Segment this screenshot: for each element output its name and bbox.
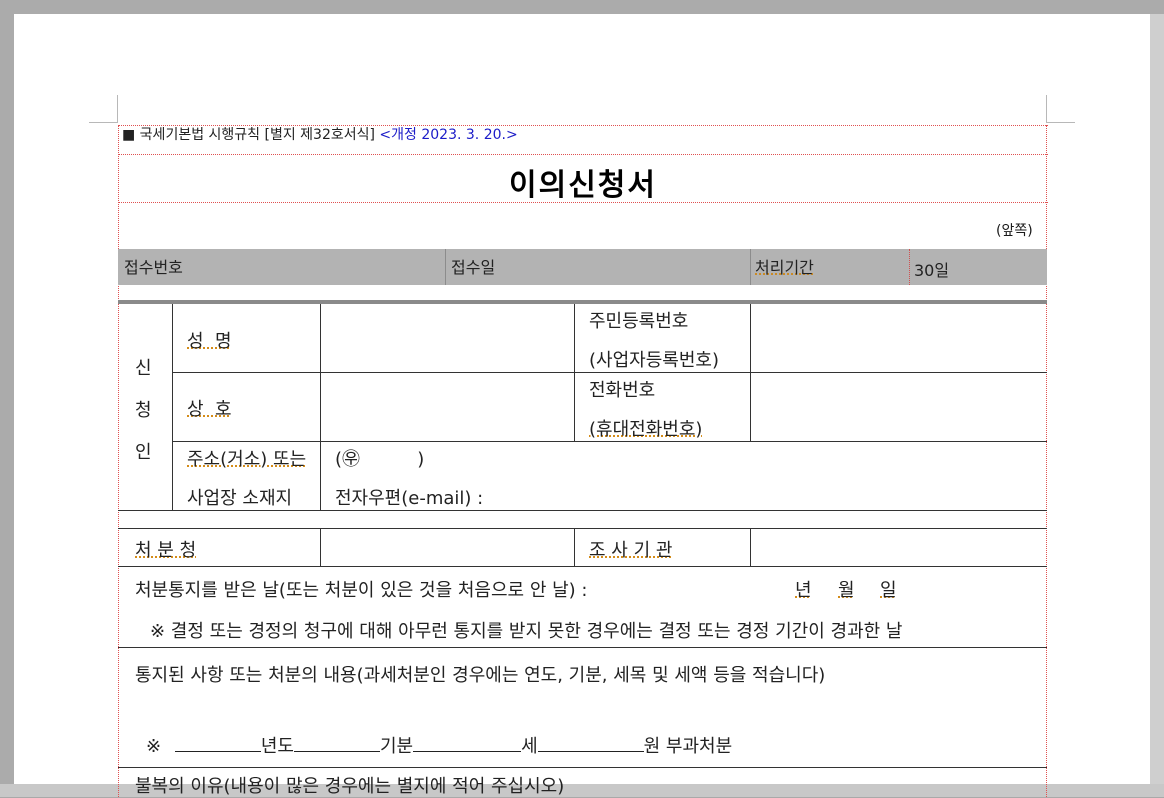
table-line: [172, 441, 1047, 442]
table-line: [172, 304, 173, 510]
tax-assessment-line: ※ 년도 기분 세 원 부과처분: [146, 732, 732, 758]
applicant-label-char: 인: [135, 442, 152, 463]
trade-name-field[interactable]: [322, 374, 572, 440]
table-line: [320, 528, 321, 566]
notice-date-label: 처분통지를 받은 날(또는 처분이 있은 것을 처음으로 안 날) :: [135, 580, 588, 601]
law-reference-text: ■ 국세기본법 시행규칙 [별지 제32호서식]: [122, 127, 375, 143]
period-unit: 기분: [379, 736, 414, 757]
margin-corner-mark: [1047, 122, 1075, 123]
table-line: [118, 510, 1047, 511]
disposition-office-label: 처 분 청: [135, 540, 197, 561]
assessment-year-field[interactable]: [174, 737, 261, 752]
resident-number-field[interactable]: [752, 305, 1046, 371]
phone-field[interactable]: [752, 374, 1046, 440]
receipt-divider: [445, 249, 446, 285]
address-label: 주소(거소) 또는: [187, 449, 307, 470]
year-unit: 년도: [260, 736, 294, 757]
margin-corner-mark: [117, 95, 118, 123]
revision-date: <개정 2023. 3. 20.>: [379, 127, 518, 143]
receipt-date-label: 접수일: [451, 258, 496, 277]
applicant-label-char: 청: [135, 400, 152, 421]
receipt-divider: [909, 249, 910, 285]
left-margin-guide: [118, 125, 119, 797]
investigator-label: 조 사 기 관: [589, 540, 673, 561]
email-label: 전자우편(e-mail) :: [335, 488, 484, 509]
processing-period-label: 처리기간: [755, 258, 814, 277]
table-line: [172, 372, 1047, 373]
applicant-label-char: 신: [135, 358, 152, 379]
phone-label: 전화번호: [589, 380, 656, 401]
reference-mark: ※: [146, 736, 162, 757]
assessment-period-field[interactable]: [293, 737, 380, 752]
investigator-field[interactable]: [752, 530, 1046, 565]
trade-name-label: 상 호: [187, 399, 232, 420]
table-line: [574, 528, 575, 566]
won-unit: 원 부과처분: [643, 736, 733, 757]
disposition-office-field[interactable]: [322, 530, 572, 565]
receipt-band: [118, 249, 1047, 285]
table-line: [118, 647, 1047, 648]
notice-day[interactable]: 일: [880, 576, 897, 602]
margin-corner-mark: [89, 122, 118, 123]
notice-month[interactable]: 월: [838, 576, 855, 602]
table-line: [320, 304, 321, 510]
resident-number-label: 주민등록번호: [589, 311, 689, 332]
page-side-label: (앞쪽): [996, 223, 1033, 239]
table-line: [118, 528, 1047, 529]
content-label: 통지된 사항 또는 처분의 내용(과세처분인 경우에는 연도, 기분, 세목 및…: [135, 665, 826, 686]
vertical-scrollbar-track[interactable]: [1150, 14, 1164, 784]
postal-code-field[interactable]: (㉾ ): [335, 445, 424, 471]
notice-note: ※ 결정 또는 경정의 청구에 대해 아무런 통지를 받지 못한 경우에는 결정…: [150, 621, 903, 642]
receipt-number-label: 접수번호: [124, 258, 183, 277]
business-location-label: 사업장 소재지: [187, 488, 293, 509]
receipt-divider: [750, 249, 751, 285]
law-reference: ■ 국세기본법 시행규칙 [별지 제32호서식] <개정 2023. 3. 20…: [122, 124, 518, 144]
section-divider: [118, 300, 1047, 304]
tax-amount-field[interactable]: [537, 737, 644, 752]
table-line: [750, 528, 751, 566]
tax-item-field[interactable]: [413, 737, 522, 752]
mobile-phone-label: (휴대전화번호): [589, 419, 703, 440]
tax-unit: 세: [521, 736, 538, 757]
business-number-label: (사업자등록번호): [589, 350, 719, 371]
table-line: [118, 566, 1047, 567]
name-field[interactable]: [322, 305, 572, 371]
table-line: [118, 767, 1047, 768]
reason-label: 불복의 이유(내용이 많은 경우에는 별지에 적어 주십시오): [135, 776, 565, 797]
form-title: 이의신청서: [509, 168, 657, 203]
processing-period-value: 30일: [914, 261, 950, 280]
margin-corner-mark: [1046, 95, 1047, 123]
right-margin-guide: [1046, 125, 1047, 797]
guide-line: [118, 154, 1048, 155]
name-label: 성 명: [187, 331, 232, 352]
notice-year[interactable]: 년: [795, 576, 812, 602]
